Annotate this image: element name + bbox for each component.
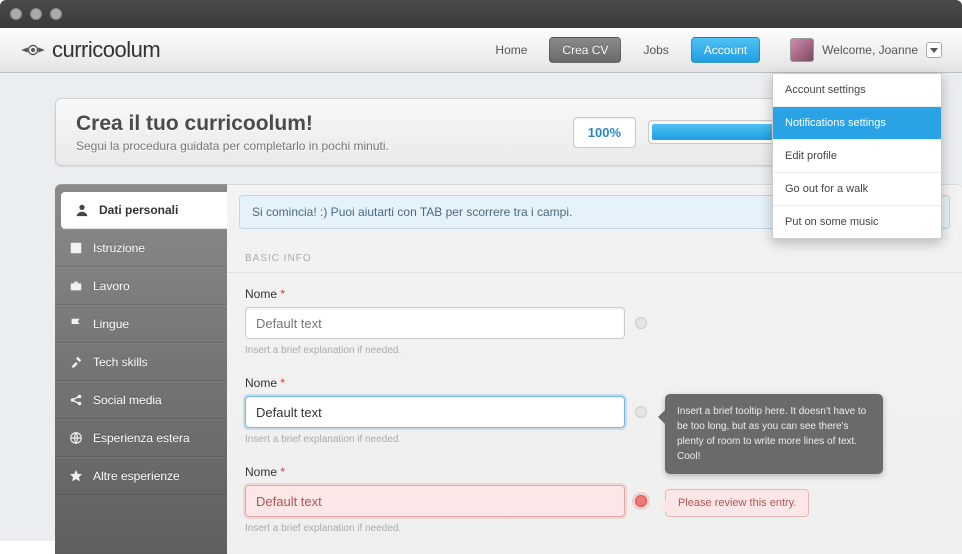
field-label: Nome * — [245, 376, 944, 390]
sidebar-item-label: Altre esperienze — [93, 469, 180, 483]
status-dot — [635, 317, 647, 329]
required-mark: * — [280, 376, 285, 390]
dropdown-item[interactable]: Notifications settings — [773, 107, 941, 140]
field-label: Nome * — [245, 287, 944, 301]
nav-create-cv[interactable]: Crea CV — [549, 37, 621, 63]
field-hint: Insert a brief explanation if needed. — [245, 345, 944, 356]
dropdown-item[interactable]: Account settings — [773, 74, 941, 107]
field-row: Nome * Insert a brief explanation if nee… — [227, 376, 962, 465]
chevron-down-icon — [926, 42, 942, 58]
user-menu-trigger[interactable]: Welcome, Joanne — [790, 38, 942, 62]
sidebar-item-label: Lavoro — [93, 279, 130, 293]
sidebar-item[interactable]: Social media — [55, 381, 227, 419]
field-hint: Insert a brief explanation if needed. — [245, 523, 944, 534]
sidebar-item-label: Dati personali — [99, 203, 178, 217]
traffic-min[interactable] — [30, 8, 42, 20]
required-mark: * — [280, 465, 285, 479]
name-input-error[interactable] — [245, 485, 625, 517]
error-tooltip: Please review this entry. — [665, 489, 809, 517]
briefcase-icon — [69, 279, 83, 293]
status-dot — [635, 406, 647, 418]
brand-name: curricoolum — [52, 37, 160, 63]
content-panel: Si comincia! :) Puoi aiutarti con TAB pe… — [227, 184, 962, 554]
globe-icon — [69, 431, 83, 445]
logo-icon — [20, 41, 46, 59]
sidebar-item[interactable]: Tech skills — [55, 343, 227, 381]
progress-percent: 100% — [573, 117, 636, 148]
page-title: Crea il tuo curricoolum! — [76, 112, 573, 136]
name-input-focus[interactable] — [245, 396, 625, 428]
field-row: Nome * Insert a brief explanation if nee… — [227, 287, 962, 376]
brand-logo[interactable]: curricoolum — [20, 37, 160, 63]
user-dropdown: Account settingsNotifications settingsEd… — [772, 73, 942, 239]
user-icon — [75, 203, 89, 217]
sidebar-item[interactable]: Altre esperienze — [55, 457, 227, 495]
dropdown-item[interactable]: Edit profile — [773, 140, 941, 173]
topbar: curricoolum Home Crea CV Jobs Account We… — [0, 28, 962, 73]
page-subtitle: Segui la procedura guidata per completar… — [76, 139, 573, 153]
sidebar-item-label: Social media — [93, 393, 162, 407]
sidebar-item[interactable]: Istruzione — [55, 229, 227, 267]
flag-icon — [69, 317, 83, 331]
name-input-default[interactable] — [245, 307, 625, 339]
book-icon — [69, 241, 83, 255]
star-icon — [69, 469, 83, 483]
welcome-text: Welcome, Joanne — [822, 43, 918, 57]
sidebar-item-label: Istruzione — [93, 241, 145, 255]
share-icon — [69, 393, 83, 407]
section-title: BASIC INFO — [227, 239, 962, 273]
status-dot-error — [635, 495, 647, 507]
top-nav: Home Crea CV Jobs Account Welcome, Joann… — [483, 37, 942, 63]
sidebar-item[interactable]: Lingue — [55, 305, 227, 343]
tools-icon — [69, 355, 83, 369]
avatar — [790, 38, 814, 62]
sidebar-item[interactable]: Lavoro — [55, 267, 227, 305]
nav-jobs[interactable]: Jobs — [631, 37, 680, 63]
traffic-close[interactable] — [10, 8, 22, 20]
field-tooltip: Insert a brief tooltip here. It doesn't … — [665, 394, 883, 474]
sidebar-item[interactable]: Dati personali — [61, 192, 227, 229]
sidebar-item[interactable]: Esperienza estera — [55, 419, 227, 457]
dropdown-item[interactable]: Go out for a walk — [773, 173, 941, 206]
field-label: Nome * — [245, 465, 944, 479]
sidebar-item-label: Lingue — [93, 317, 129, 331]
sidebar-item-label: Tech skills — [93, 355, 148, 369]
nav-home[interactable]: Home — [483, 37, 539, 63]
traffic-max[interactable] — [50, 8, 62, 20]
nav-account[interactable]: Account — [691, 37, 760, 63]
required-mark: * — [280, 287, 285, 301]
sidebar: Dati personali Istruzione Lavoro Lingue Tech… — [55, 184, 227, 554]
sidebar-item-label: Esperienza estera — [93, 431, 190, 445]
window-chrome — [0, 0, 962, 28]
dropdown-item[interactable]: Put on some music — [773, 206, 941, 238]
